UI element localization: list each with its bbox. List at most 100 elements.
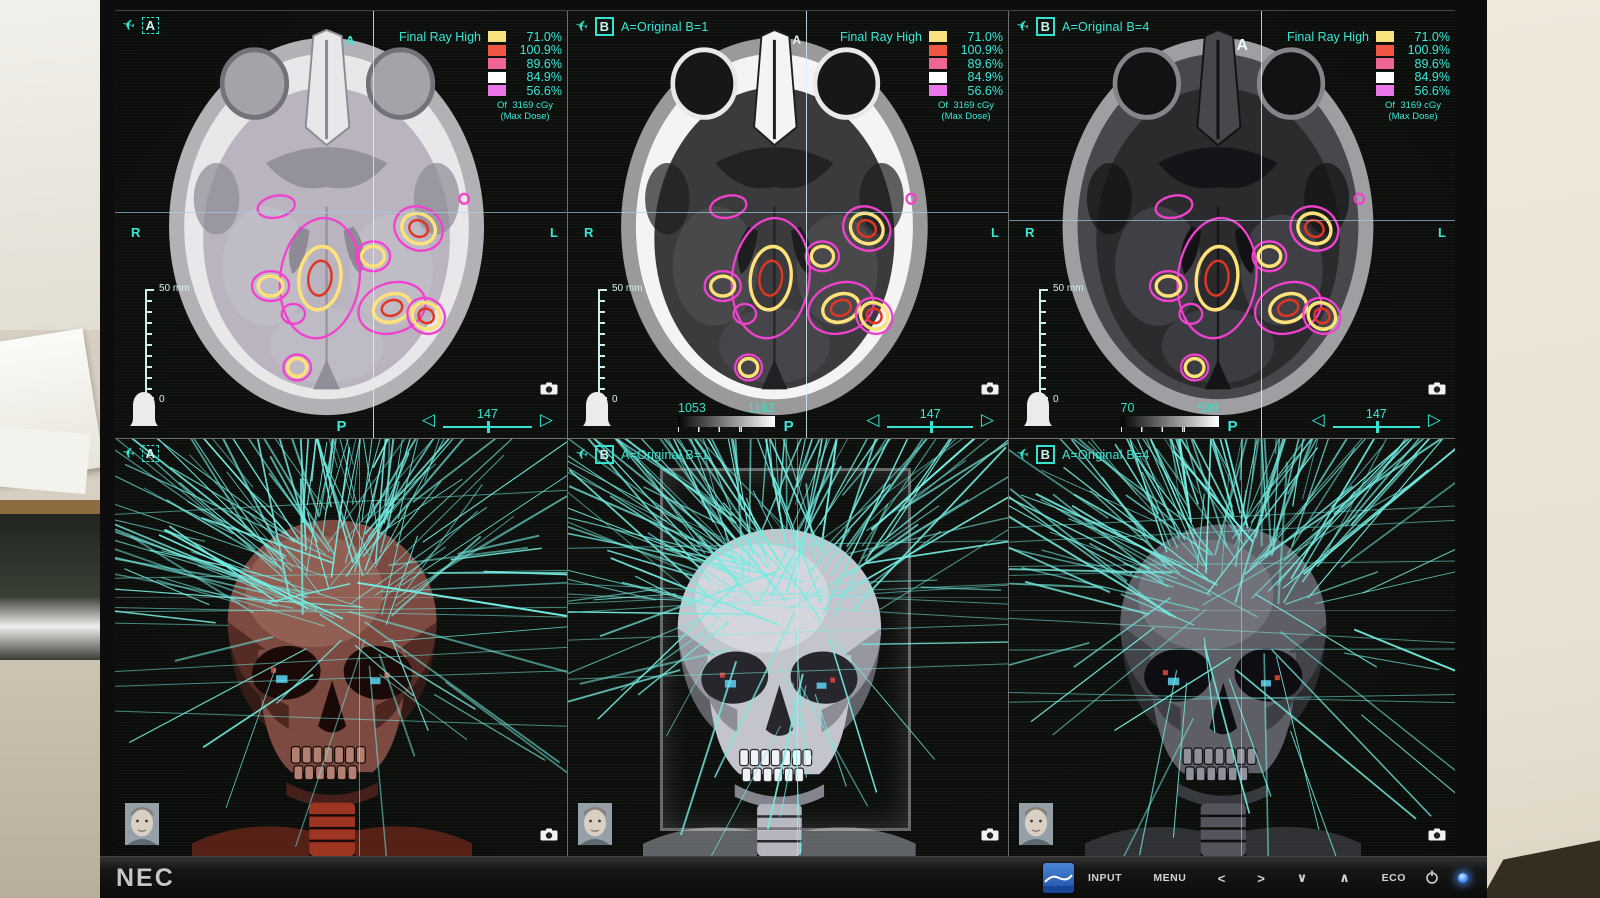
orientation-anterior: A [346,33,355,48]
slice-slider[interactable]: ◁ 147 ▷ [1312,412,1441,428]
orientation-left: L [550,225,558,240]
legend-percent: 56.6% [1400,84,1450,98]
menu-button[interactable]: MENU [1153,872,1186,884]
plane-tool-icon[interactable]: ✈ [1015,446,1030,462]
legend-percent: 89.6% [953,57,1003,71]
crosshair-vertical[interactable] [1261,11,1262,438]
up-button[interactable]: ∧ [1339,870,1350,886]
legend-title: Final Ray High [399,30,481,44]
legend-percent: 89.6% [512,57,562,71]
camera-snapshot-button[interactable] [540,382,558,400]
orientation-posterior: P [336,418,346,435]
crosshair-horizontal[interactable] [115,597,567,598]
camera-snapshot-button[interactable] [1428,382,1446,400]
legend-entry: 100.9% [929,44,1003,58]
slider-thumb[interactable] [930,421,933,433]
legend-swatch [1376,85,1394,96]
crosshair-vertical[interactable] [373,11,374,438]
series-badge[interactable]: B [1036,445,1055,464]
nec-monitor: ✈ A Final Ray High 71.0%100.9%89.6%84.9%… [100,0,1487,898]
slider-track[interactable]: 147 [1333,426,1420,428]
legend-percent: 84.9% [953,70,1003,84]
camera-snapshot-button[interactable] [981,382,999,400]
slice-number: 147 [477,407,498,421]
panel-title: A=Original B=4 [1062,448,1150,462]
crosshair-vertical[interactable] [806,11,807,438]
grayscale-bar[interactable] [1121,416,1219,427]
orientation-left: L [991,225,999,240]
slider-left-arrow[interactable]: ◁ [422,413,435,427]
legend-swatch [488,45,506,56]
background-desk [0,660,102,898]
legend-swatch [1376,72,1394,83]
series-badge[interactable]: B [1036,17,1055,36]
camera-snapshot-button[interactable] [1428,828,1446,846]
crosshair-horizontal[interactable] [568,597,1008,598]
series-badge[interactable]: B [595,445,614,464]
left-button[interactable]: < [1218,871,1226,886]
legend-swatch [488,31,506,42]
orientation-left: L [1438,225,1446,240]
viewport-axial-A[interactable]: ✈ A Final Ray High 71.0%100.9%89.6%84.9%… [115,11,567,438]
grayscale-ticks [678,427,742,432]
legend-percent: 84.9% [1400,70,1450,84]
legend-swatch [1376,31,1394,42]
crosshair-vertical[interactable] [359,439,360,856]
down-button[interactable]: ∨ [1297,870,1308,886]
slider-right-arrow[interactable]: ▷ [1428,413,1441,427]
camera-snapshot-button[interactable] [981,828,999,846]
plane-tool-icon[interactable]: ✈ [574,446,589,462]
slider-track[interactable]: 147 [887,426,972,428]
energy-star-sticker [1043,863,1074,893]
right-button[interactable]: > [1257,871,1265,886]
beam-lines-overlay [568,439,1008,856]
slider-thumb[interactable] [487,421,490,433]
slider-left-arrow[interactable]: ◁ [866,413,879,427]
grayscale-bar[interactable] [678,416,775,427]
crosshair-horizontal[interactable] [1009,610,1455,611]
crosshair-horizontal[interactable] [1009,220,1455,221]
brand-logo: NEC [116,864,175,893]
legend-entry: 89.6% [1376,57,1450,71]
viewport-axial-B4[interactable]: ✈ B A=Original B=4 Final Ray High 71.0%1… [1009,11,1455,438]
crosshair-horizontal[interactable] [115,212,567,213]
slider-right-arrow[interactable]: ▷ [540,413,553,427]
plane-tool-icon[interactable]: ✈ [121,17,136,33]
scale-ruler: 50 mm 0 [1039,283,1099,405]
photo-scene: ✈ A Final Ray High 71.0%100.9%89.6%84.9%… [0,0,1600,898]
legend-percent: 100.9% [953,43,1003,57]
slider-right-arrow[interactable]: ▷ [981,413,994,427]
plane-tool-icon[interactable]: ✈ [1015,18,1030,34]
eco-button[interactable]: ECO [1382,872,1406,884]
slice-slider[interactable]: ◁ 147 ▷ [422,412,553,428]
power-button[interactable] [1425,870,1439,889]
viewport-3d-A[interactable]: ✈ A [115,439,567,856]
orientation-posterior: P [784,418,794,435]
viewport-3d-B1[interactable]: ✈ B A=Original B=1 [568,439,1008,856]
slice-slider[interactable]: ◁ 147 ▷ [866,412,994,428]
series-badge[interactable]: A [142,17,159,34]
orientation-right: R [131,225,140,240]
bezel-controls: INPUT MENU < > ∨ ∧ ECO [1088,857,1406,898]
viewport-axial-B1[interactable]: ✈ B A=Original B=1 Final Ray High 71.0%1… [568,11,1008,438]
series-badge[interactable]: A [142,445,159,462]
viewport-grid: ✈ A Final Ray High 71.0%100.9%89.6%84.9%… [115,11,1455,856]
input-button[interactable]: INPUT [1088,872,1122,884]
viewport-3d-B4[interactable]: ✈ B A=Original B=4 [1009,439,1455,856]
camera-snapshot-button[interactable] [540,828,558,846]
dose-legend: Final Ray High 71.0%100.9%89.6%84.9%56.6… [1287,30,1450,122]
slider-left-arrow[interactable]: ◁ [1312,413,1325,427]
legend-percent: 100.9% [1400,43,1450,57]
crosshair-horizontal[interactable] [568,212,1008,213]
plane-tool-icon[interactable]: ✈ [121,445,136,461]
window-level-bar[interactable]: 70 509 [1121,401,1219,432]
series-badge[interactable]: B [595,17,614,36]
window-level-bar[interactable]: 1053 1163 [678,401,775,432]
beam-lines-overlay [115,439,567,856]
slider-track[interactable]: 147 [443,426,532,428]
crosshair-vertical[interactable] [1241,439,1242,856]
grayscale-ticks [1121,427,1186,432]
plane-tool-icon[interactable]: ✈ [574,18,589,34]
crosshair-vertical[interactable] [797,439,798,856]
slider-thumb[interactable] [1376,421,1379,433]
